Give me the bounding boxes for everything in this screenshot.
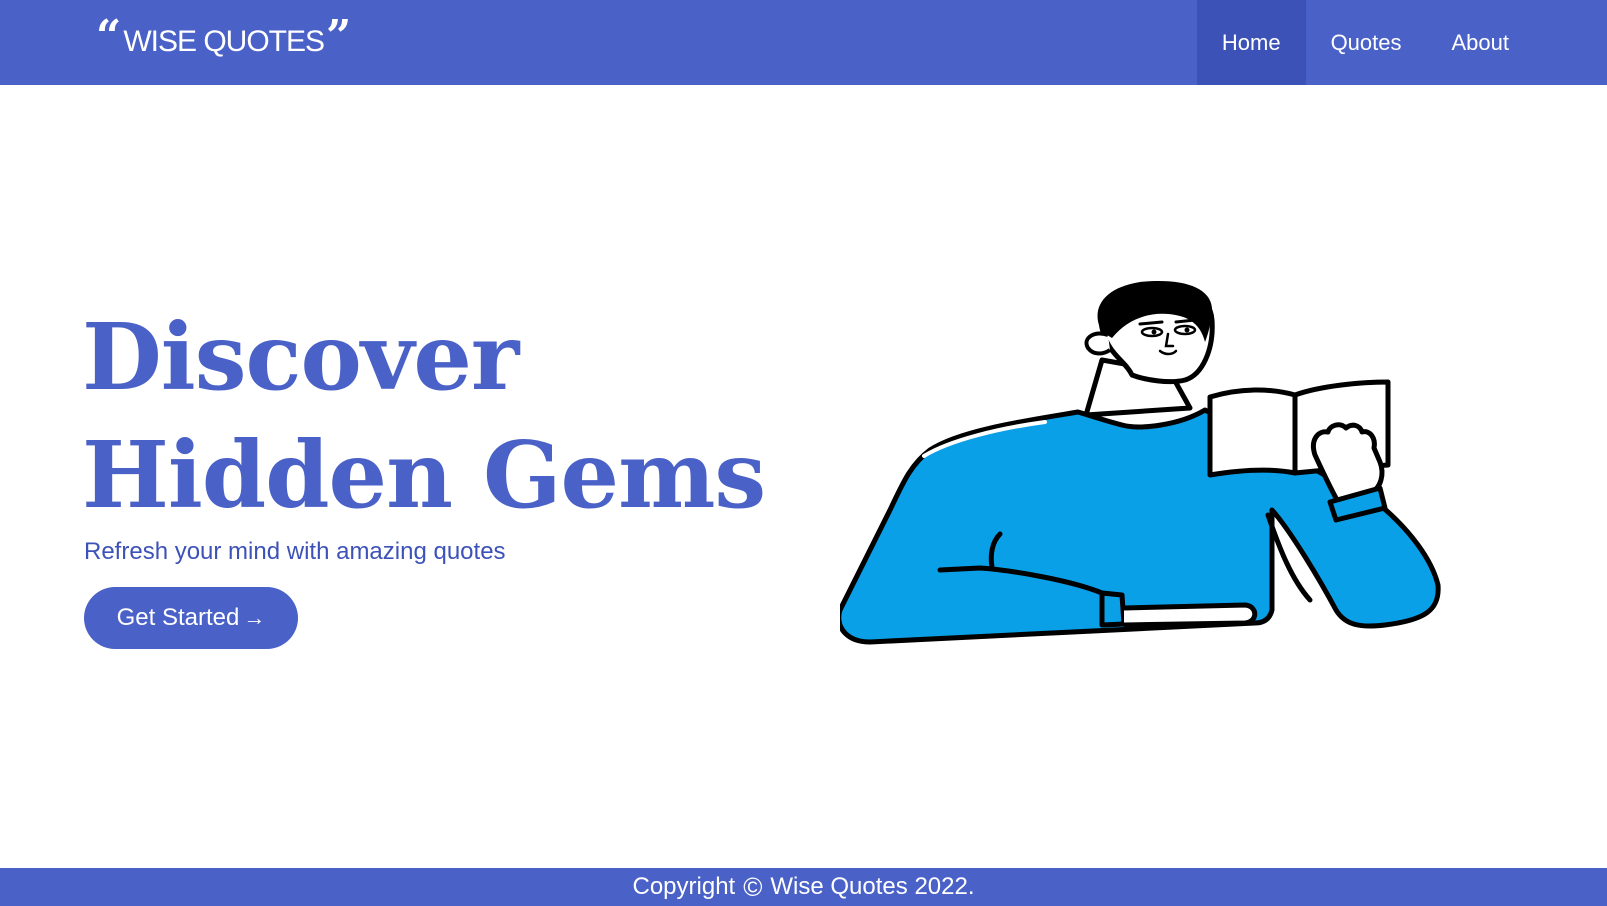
hero-title: Discover Hidden Gems: [82, 298, 766, 534]
brand-name: WISE QUOTES: [123, 25, 325, 58]
get-started-button[interactable]: Get Started →: [84, 587, 298, 649]
main-nav: Home Quotes About: [1196, 0, 1535, 85]
nav-item-about[interactable]: About: [1427, 0, 1535, 85]
navbar: “ WISE QUOTES ” Home Quotes About: [0, 0, 1607, 85]
footer-suffix: Wise Quotes 2022.: [770, 873, 975, 900]
man-reading-book-illustration: [840, 281, 1441, 645]
open-quote-icon: “: [96, 11, 122, 62]
copyright-icon: ©: [743, 871, 763, 902]
hero-subtitle: Refresh your mind with amazing quotes: [84, 538, 506, 565]
hero-title-line-1: Discover: [82, 303, 519, 411]
footer: Copyright © Wise Quotes 2022.: [0, 868, 1607, 906]
nav-item-home[interactable]: Home: [1196, 0, 1306, 85]
hero-title-line-2: Hidden Gems: [82, 421, 766, 529]
arrow-right-icon: →: [243, 605, 266, 630]
footer-prefix: Copyright: [632, 873, 736, 900]
brand-logo[interactable]: “ WISE QUOTES ”: [96, 11, 352, 62]
get-started-label: Get Started: [116, 604, 240, 631]
nav-item-quotes[interactable]: Quotes: [1306, 0, 1427, 85]
close-quote-icon: ”: [326, 11, 352, 62]
